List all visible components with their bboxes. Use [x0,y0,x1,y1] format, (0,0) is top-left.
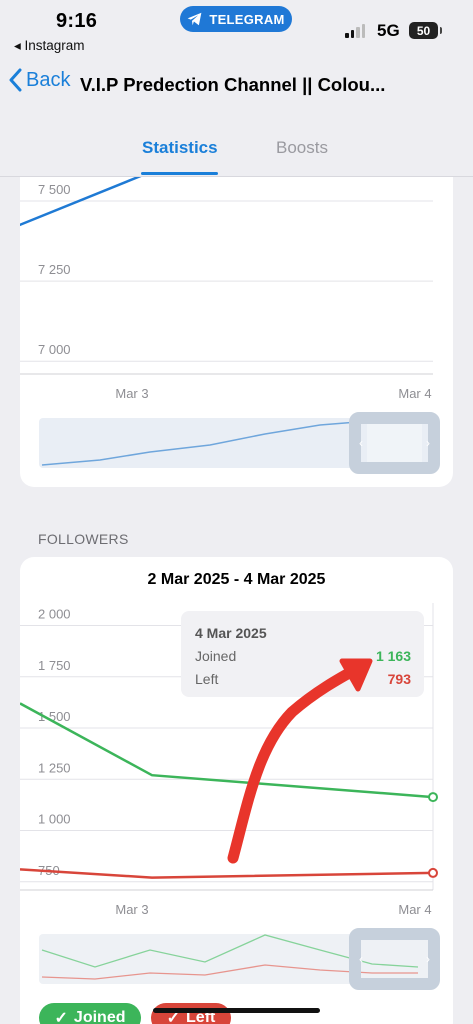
status-bar: 9:16 ◂ Instagram TELEGRAM 5G 50 [0,0,473,60]
tab-statistics[interactable]: Statistics [142,138,218,158]
navigation-bar: Back V.I.P Predection Channel || Colou..… [0,62,473,108]
check-icon: ✓ [54,1010,68,1024]
y-tick-label: 2 000 [38,607,71,622]
followers-chart-card: 2 Mar 2025 - 4 Mar 2025 2 000 1 750 1 500 1… [20,557,453,1024]
members-chart[interactable]: 7 500 7 250 7 000 Mar 3 Mar 4 ‹ › [20,177,453,487]
network-type: 5G [377,21,400,40]
series-line-left [20,868,434,879]
tooltip-joined-value: 1 163 [375,648,411,664]
active-tab-indicator [141,172,218,175]
home-indicator [153,1008,320,1013]
x-tick-label: Mar 3 [115,902,148,917]
series-point-joined [428,792,438,803]
series-point-left [428,867,438,878]
telegram-pill[interactable]: TELEGRAM [180,6,292,32]
back-label: Back [26,68,71,91]
toggle-left[interactable]: ✓ Left [151,1003,231,1024]
chevron-left-icon [9,68,22,92]
tab-boosts[interactable]: Boosts [276,138,328,158]
toggle-joined[interactable]: ✓ Joined [39,1003,141,1024]
y-tick-label: 1 250 [38,760,71,775]
tooltip-left-label: Left [195,671,219,687]
y-tick-label: 1 000 [38,812,71,827]
tooltip-date: 4 Mar 2025 [195,625,267,641]
tab-bar: Statistics Boosts [0,126,473,176]
chart-tooltip: 4 Mar 2025 Joined 1 163 Left 793 [181,611,424,697]
chevron-right-icon: › [426,952,430,966]
tooltip-joined-label: Joined [195,648,237,664]
pill-label: TELEGRAM [209,11,285,27]
y-tick-label: 1 750 [38,658,71,673]
y-tick-label: 7 000 [38,342,71,357]
y-tick-label: 7 250 [38,262,71,277]
x-tick-label: Mar 4 [398,386,431,401]
battery-level: 50 [416,23,431,38]
x-tick-label: Mar 3 [115,386,148,401]
members-chart-card: 7 500 7 250 7 000 Mar 3 Mar 4 ‹ › [20,177,453,487]
toggle-joined-label: Joined [73,1009,126,1024]
channel-title: V.I.P Predection Channel || Colou... [80,74,386,95]
back-button[interactable]: Back [8,68,70,92]
chevron-left-icon: ‹ [359,952,363,966]
status-time: 9:16 [56,10,98,32]
navigator-background [39,934,434,984]
x-tick-label: Mar 4 [398,902,431,917]
y-tick-label: 7 500 [38,182,71,197]
back-to-app-link[interactable]: ◂ Instagram [14,38,85,54]
paper-plane-icon [187,12,202,26]
chevron-left-icon: ‹ [359,436,363,450]
section-title-followers: FOLLOWERS [38,531,129,547]
tooltip-left-value: 793 [387,671,411,687]
signal-icon [345,24,365,38]
chevron-right-icon: › [426,436,430,450]
battery-icon: 50 [409,22,442,39]
series-line-joined [20,702,434,799]
